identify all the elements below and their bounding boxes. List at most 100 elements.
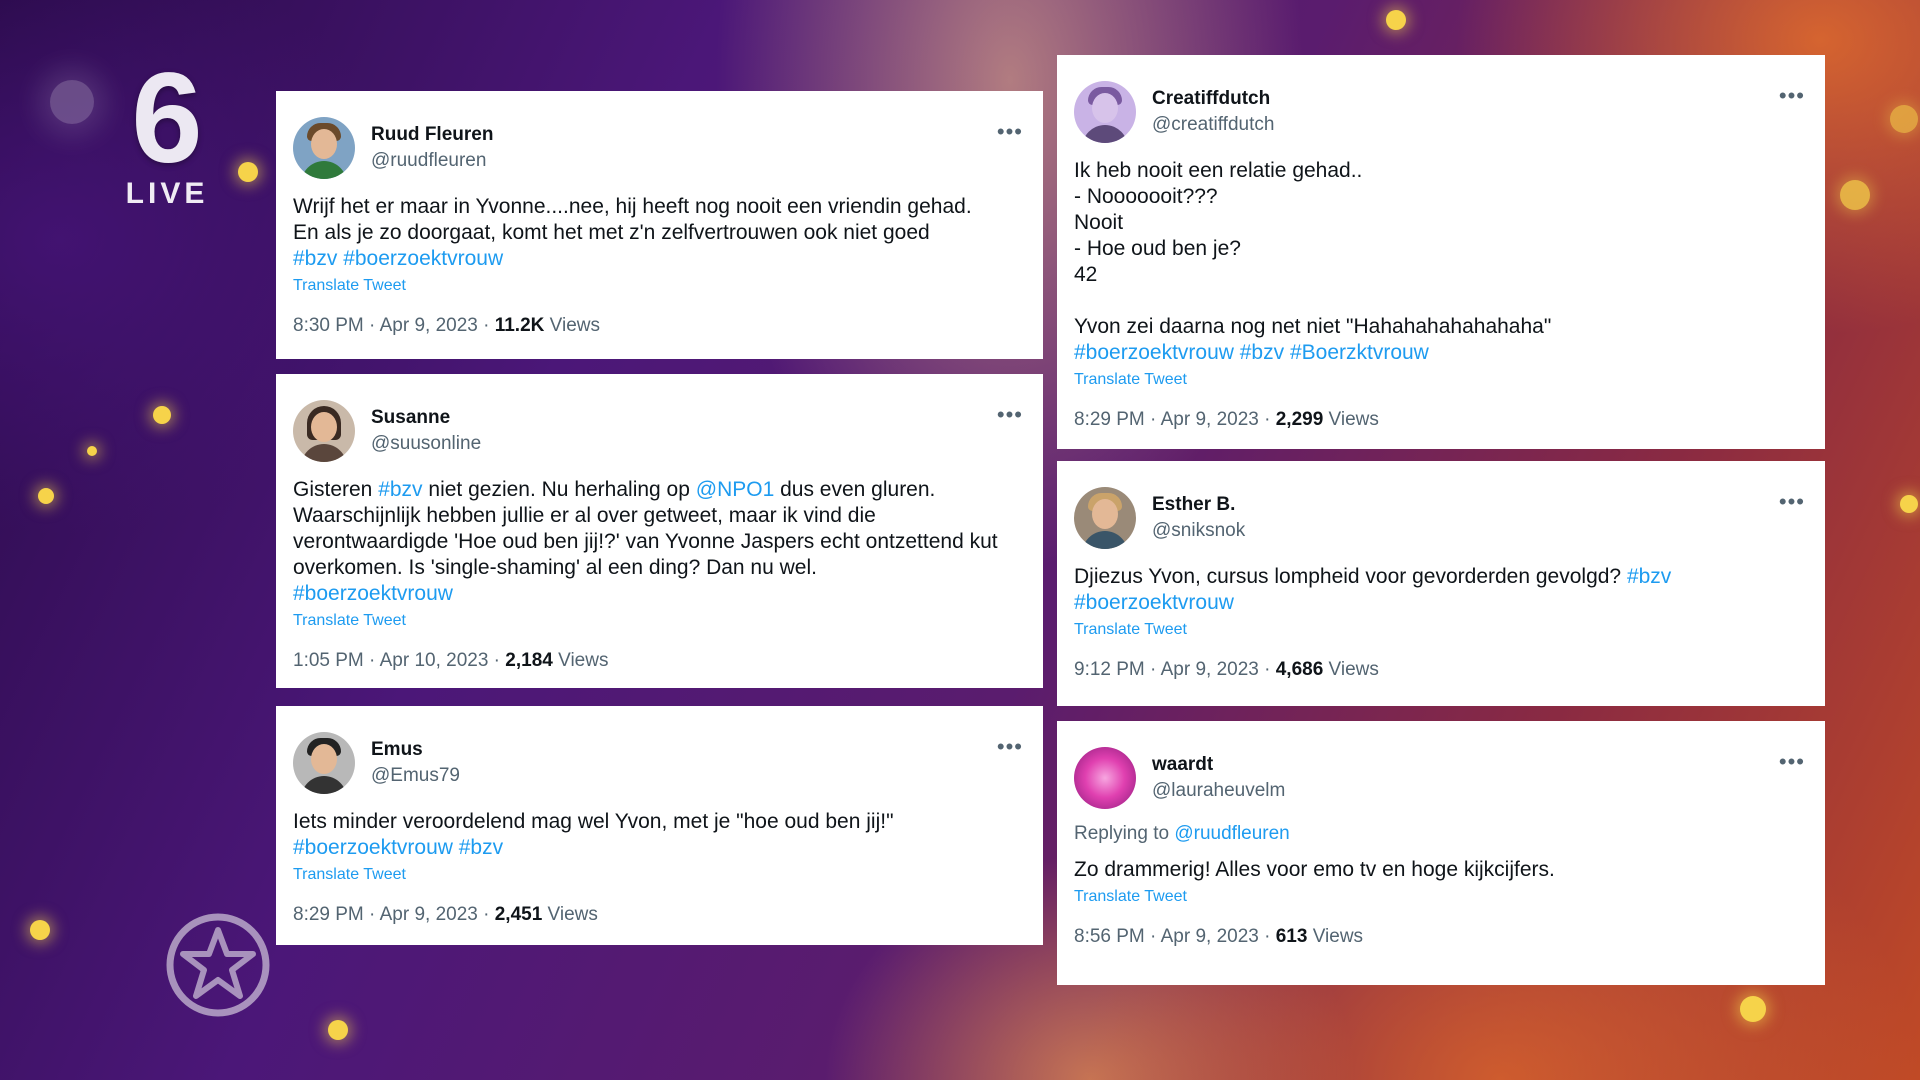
tweet-line: Wrijf het er maar in Yvonne....nee, hij … xyxy=(293,195,972,218)
avatar[interactable] xyxy=(293,732,355,794)
hashtag[interactable]: #bzv xyxy=(378,478,422,501)
tweet-card[interactable]: Ruud Fleuren @ruudfleuren ••• Wrijf het … xyxy=(276,91,1043,359)
bokeh-light xyxy=(30,920,50,940)
views-label: Views xyxy=(544,315,600,336)
bokeh-light xyxy=(38,488,54,504)
user-handle[interactable]: @Emus79 xyxy=(371,763,460,789)
tweet-header: waardt @lauraheuvelm ••• xyxy=(1074,747,1809,809)
mention[interactable]: @NPO1 xyxy=(696,478,775,501)
user-handle[interactable]: @ruudfleuren xyxy=(371,148,493,174)
views-label: Views xyxy=(1323,409,1379,430)
tweet-meta: 8:56 PM · Apr 9, 2023 · 613 Views xyxy=(1074,926,1809,948)
timestamp[interactable]: 8:30 PM · Apr 9, 2023 · xyxy=(293,315,495,336)
view-count: 2,184 xyxy=(505,650,553,671)
tweet-text-part: niet gezien. Nu herhaling op xyxy=(422,478,696,501)
tweet-meta: 9:12 PM · Apr 9, 2023 · 4,686 Views xyxy=(1074,659,1809,681)
display-name[interactable]: Esther B. xyxy=(1152,492,1245,518)
views-label: Views xyxy=(552,650,609,671)
tweet-text-part: Gisteren xyxy=(293,478,379,501)
view-count: 11.2K xyxy=(494,315,545,336)
avatar[interactable] xyxy=(293,117,355,179)
more-options-icon[interactable]: ••• xyxy=(1779,85,1805,107)
tweet-text: Zo drammerig! Alles voor emo tv en hoge … xyxy=(1074,857,1809,883)
view-count: 613 xyxy=(1275,926,1308,947)
bokeh-light xyxy=(1386,10,1406,30)
tweet-header: Creatiffdutch @creatiffdutch ••• xyxy=(1074,81,1809,143)
tweet-line: Zo drammerig! Alles voor emo tv en hoge … xyxy=(1074,858,1555,881)
hashtags[interactable]: #boerzoektvrouw xyxy=(293,582,453,605)
more-options-icon[interactable]: ••• xyxy=(997,736,1023,758)
hashtags[interactable]: #boerzoektvrouw xyxy=(1074,591,1234,614)
more-options-icon[interactable]: ••• xyxy=(997,404,1023,426)
tweet-text: Wrijf het er maar in Yvonne....nee, hij … xyxy=(293,194,1027,272)
bokeh-light xyxy=(238,162,258,182)
tweet-line: Ik heb nooit een relatie gehad.. xyxy=(1074,159,1363,182)
view-count: 2,451 xyxy=(494,904,543,925)
avatar[interactable] xyxy=(1074,747,1136,809)
channel-logo-text: LIVE xyxy=(125,177,209,210)
bokeh-light xyxy=(1740,996,1766,1022)
replying-to: Replying to @ruudfleuren xyxy=(1074,823,1809,845)
user-handle[interactable]: @lauraheuvelm xyxy=(1152,778,1285,804)
tweet-text: Gisteren #bzv niet gezien. Nu herhaling … xyxy=(293,477,1027,607)
avatar[interactable] xyxy=(293,400,355,462)
bokeh-light xyxy=(153,406,171,424)
hashtag[interactable]: #bzv xyxy=(1627,565,1671,588)
tweet-meta: 8:29 PM · Apr 9, 2023 · 2,299 Views xyxy=(1074,409,1809,431)
tweet-line: Iets minder veroordelend mag wel Yvon, m… xyxy=(293,810,894,833)
timestamp[interactable]: 8:56 PM · Apr 9, 2023 · xyxy=(1074,926,1276,947)
tweet-header: Emus @Emus79 ••• xyxy=(293,732,1027,794)
user-handle[interactable]: @suusonline xyxy=(371,431,481,457)
display-name[interactable]: waardt xyxy=(1152,752,1285,778)
more-options-icon[interactable]: ••• xyxy=(1779,491,1805,513)
view-count: 4,686 xyxy=(1275,659,1324,680)
user-handle[interactable]: @creatiffdutch xyxy=(1152,112,1274,138)
mention[interactable]: @ruudfleuren xyxy=(1174,823,1289,844)
timestamp[interactable]: 8:29 PM · Apr 9, 2023 · xyxy=(293,904,495,925)
tweet-header: Esther B. @sniksnok ••• xyxy=(1074,487,1809,549)
tweet-card[interactable]: waardt @lauraheuvelm ••• Replying to @ru… xyxy=(1057,721,1825,985)
tweet-meta: 8:29 PM · Apr 9, 2023 · 2,451 Views xyxy=(293,904,1027,926)
tweet-line: 42 xyxy=(1074,263,1098,286)
timestamp[interactable]: 8:29 PM · Apr 9, 2023 · xyxy=(1074,409,1276,430)
tweet-card[interactable]: Esther B. @sniksnok ••• Djiezus Yvon, cu… xyxy=(1057,461,1825,706)
hashtags[interactable]: #boerzoektvrouw #bzv #Boerzktvrouw xyxy=(1074,341,1429,364)
user-handle[interactable]: @sniksnok xyxy=(1152,518,1245,544)
tweet-line: - Hoe oud ben je? xyxy=(1074,237,1241,260)
translate-tweet-link[interactable]: Translate Tweet xyxy=(293,612,406,630)
bokeh-light xyxy=(1840,180,1870,210)
translate-tweet-link[interactable]: Translate Tweet xyxy=(1074,371,1187,389)
tweet-header: Ruud Fleuren @ruudfleuren ••• xyxy=(293,117,1027,179)
timestamp[interactable]: 9:12 PM · Apr 9, 2023 · xyxy=(1074,659,1276,680)
views-label: Views xyxy=(1323,659,1379,680)
tweet-text: Ik heb nooit een relatie gehad.. - Noooo… xyxy=(1074,158,1809,366)
tweet-card[interactable]: Creatiffdutch @creatiffdutch ••• Ik heb … xyxy=(1057,55,1825,449)
tweet-meta: 1:05 PM · Apr 10, 2023 · 2,184 Views xyxy=(293,650,1027,672)
tweet-card[interactable]: Susanne @suusonline ••• Gisteren #bzv ni… xyxy=(276,374,1043,688)
display-name[interactable]: Emus xyxy=(371,737,460,763)
tweet-line: - Nooooooit??? xyxy=(1074,185,1218,208)
translate-tweet-link[interactable]: Translate Tweet xyxy=(293,277,406,295)
avatar[interactable] xyxy=(1074,81,1136,143)
bokeh-light xyxy=(87,446,97,456)
tweet-line: Yvon zei daarna nog net niet "Hahahahaha… xyxy=(1074,315,1552,338)
tweet-text: Djiezus Yvon, cursus lompheid voor gevor… xyxy=(1074,564,1809,616)
more-options-icon[interactable]: ••• xyxy=(1779,751,1805,773)
tweet-meta: 8:30 PM · Apr 9, 2023 · 11.2K Views xyxy=(293,315,1027,337)
tweet-line: En als je zo doorgaat, komt het met z'n … xyxy=(293,221,930,244)
more-options-icon[interactable]: ••• xyxy=(997,121,1023,143)
translate-tweet-link[interactable]: Translate Tweet xyxy=(293,866,406,884)
translate-tweet-link[interactable]: Translate Tweet xyxy=(1074,888,1187,906)
bokeh-light xyxy=(1890,105,1918,133)
timestamp[interactable]: 1:05 PM · Apr 10, 2023 · xyxy=(293,650,505,671)
avatar[interactable] xyxy=(1074,487,1136,549)
hashtags[interactable]: #boerzoektvrouw #bzv xyxy=(293,836,503,859)
tweet-card[interactable]: Emus @Emus79 ••• Iets minder veroordelen… xyxy=(276,706,1043,945)
display-name[interactable]: Ruud Fleuren xyxy=(371,122,493,148)
view-count: 2,299 xyxy=(1275,409,1324,430)
display-name[interactable]: Susanne xyxy=(371,405,481,431)
tweet-line: Nooit xyxy=(1074,211,1124,234)
hashtags[interactable]: #bzv #boerzoektvrouw xyxy=(293,247,503,270)
translate-tweet-link[interactable]: Translate Tweet xyxy=(1074,621,1187,639)
display-name[interactable]: Creatiffdutch xyxy=(1152,86,1274,112)
